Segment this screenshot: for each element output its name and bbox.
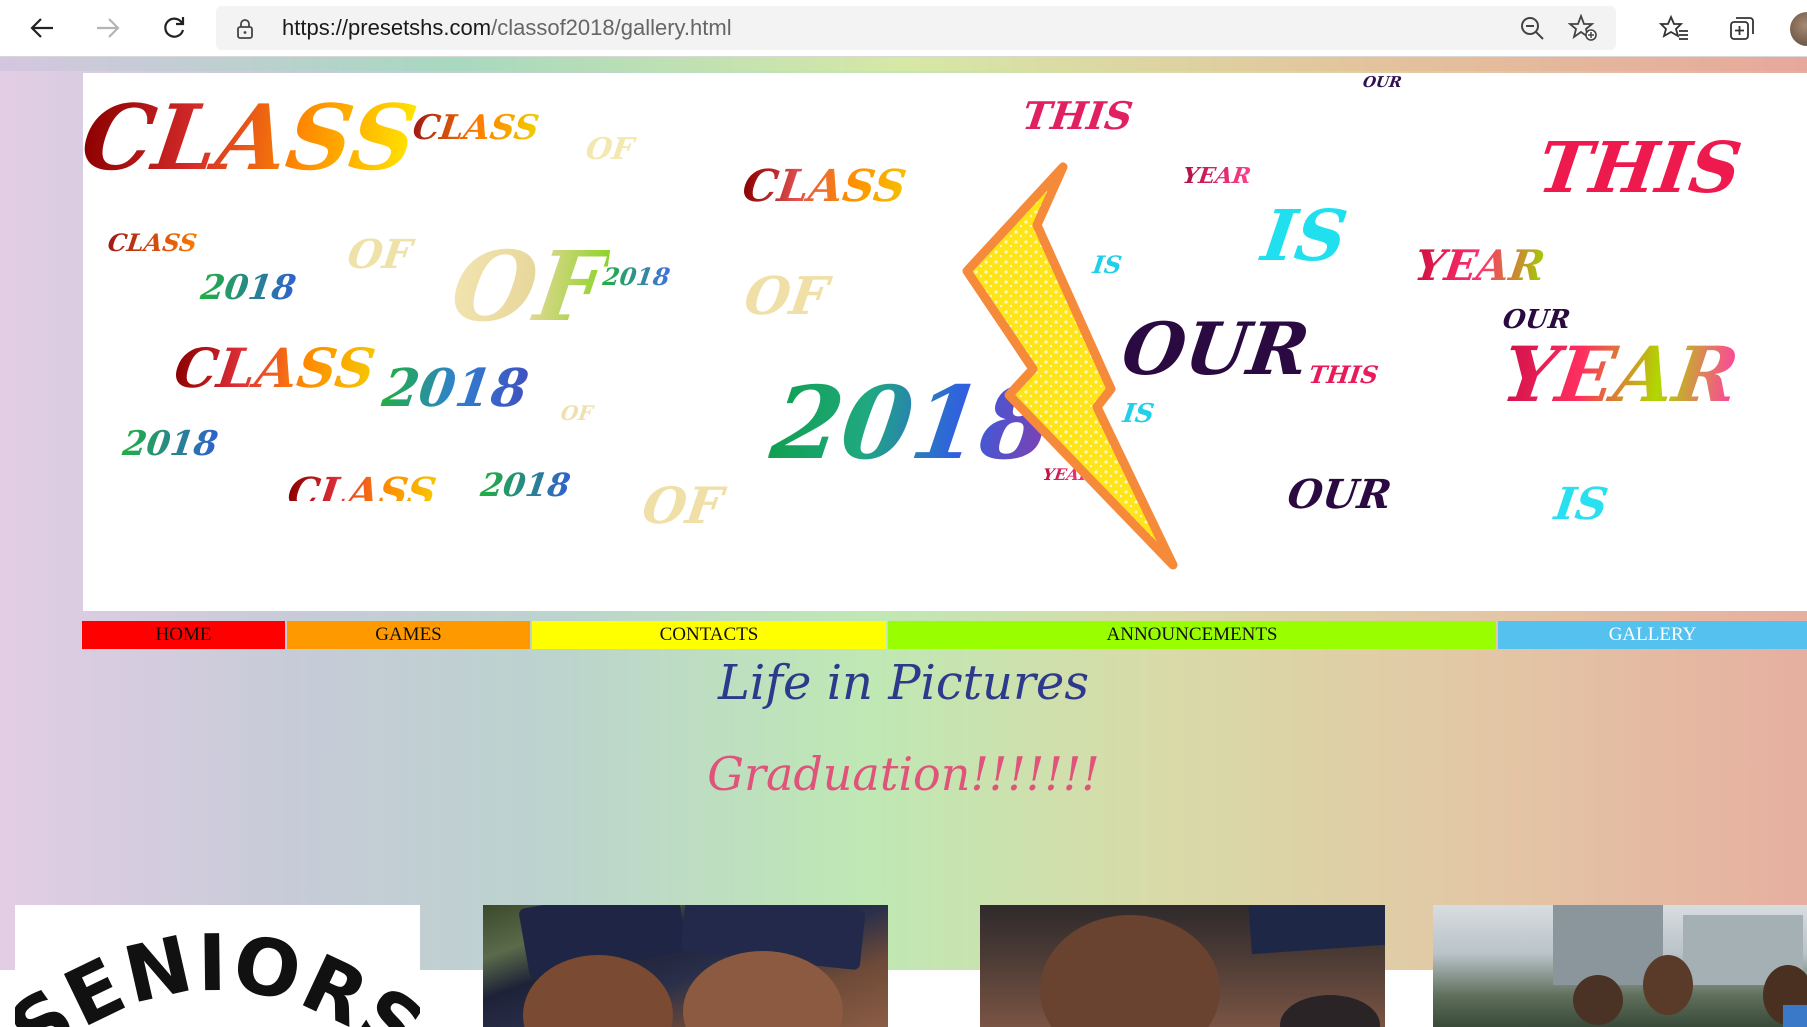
nav-contacts-label: CONTACTS (659, 624, 759, 645)
banner-word-class: CLASS (170, 336, 380, 400)
gallery-image-seniors[interactable]: SENIORS (15, 905, 420, 1027)
zoom-out-icon[interactable] (1518, 14, 1546, 47)
gallery-image-graduates-1[interactable] (483, 905, 888, 1027)
gallery-image-graduates-3[interactable] (1433, 905, 1807, 1027)
banner-word-this: THIS (1019, 93, 1136, 138)
gallery-image-graduate-2[interactable] (980, 905, 1385, 1027)
page-title: Life in Pictures (718, 655, 1089, 711)
banner-word-2018: 2018 (478, 466, 573, 504)
nav-gallery[interactable]: GALLERY (1498, 621, 1807, 649)
banner-word-is: IS (1551, 479, 1612, 530)
banner-word-class: CLASS (410, 108, 542, 148)
banner-word-class: CLASS (106, 228, 199, 257)
nav-gallery-label: GALLERY (1608, 624, 1697, 645)
banner-word-class: CLASS (284, 469, 440, 516)
collections-icon[interactable] (1722, 8, 1762, 48)
page-content: CLASS CLASS OF CLASS THIS OUR YEAR THIS … (0, 57, 1807, 1027)
banner-word-of: OF (559, 401, 595, 425)
banner-word-year: YEAR (1411, 241, 1549, 290)
banner-word-this: THIS (1533, 126, 1747, 209)
banner-word-2018: 2018 (378, 358, 533, 419)
banner-word-our: OUR (1284, 471, 1395, 518)
class-of-2018-banner: CLASS CLASS OF CLASS THIS OUR YEAR THIS … (83, 73, 1807, 611)
svg-text:SENIORS: SENIORS (15, 918, 420, 1027)
favorites-icon[interactable] (1654, 8, 1694, 48)
url-host: https://presetshs.com (282, 15, 492, 40)
nav-contacts[interactable]: CONTACTS (532, 621, 886, 649)
banner-word-this: THIS (1307, 360, 1381, 389)
nav-home-label: HOME (155, 624, 212, 645)
banner-word-2018: 2018 (120, 424, 221, 464)
banner-word-our: OUR (1361, 73, 1403, 91)
forward-arrow-icon[interactable] (88, 8, 128, 48)
banner-word-is: IS (1257, 194, 1353, 277)
banner-word-of: OF (638, 476, 727, 535)
page-subtitle: Graduation!!!!!!! (707, 747, 1100, 801)
nav-announcements[interactable]: ANNOUNCEMENTS (888, 621, 1496, 649)
refresh-icon[interactable] (154, 8, 194, 48)
add-favorite-icon[interactable] (1567, 13, 1598, 47)
url-path: /classof2018/gallery.html (491, 15, 732, 40)
back-arrow-icon[interactable] (22, 8, 62, 48)
banner-word-of: OF (344, 231, 415, 278)
banner-word-year: YEAR (1496, 330, 1744, 419)
banner-word-of: OF (740, 266, 832, 327)
seniors-logo: SENIORS (15, 918, 420, 1027)
nav-games[interactable]: GAMES (287, 621, 530, 649)
banner-word-of: OF (583, 132, 636, 167)
lock-icon[interactable] (236, 18, 254, 45)
address-bar[interactable]: https://presetshs.com/classof2018/galler… (216, 6, 1616, 50)
url-text[interactable]: https://presetshs.com/classof2018/galler… (282, 6, 732, 50)
lightning-bolt-icon (962, 162, 1178, 570)
browser-toolbar: https://presetshs.com/classof2018/galler… (0, 0, 1807, 57)
nav-home[interactable]: HOME (82, 621, 285, 649)
banner-word-class: CLASS (83, 85, 423, 191)
nav-games-label: GAMES (375, 624, 442, 645)
banner-word-2018: 2018 (198, 268, 299, 308)
banner-word-of: OF (445, 230, 613, 343)
profile-avatar[interactable] (1790, 12, 1807, 46)
nav-announcements-label: ANNOUNCEMENTS (1106, 624, 1278, 645)
banner-word-2018: 2018 (601, 262, 672, 291)
